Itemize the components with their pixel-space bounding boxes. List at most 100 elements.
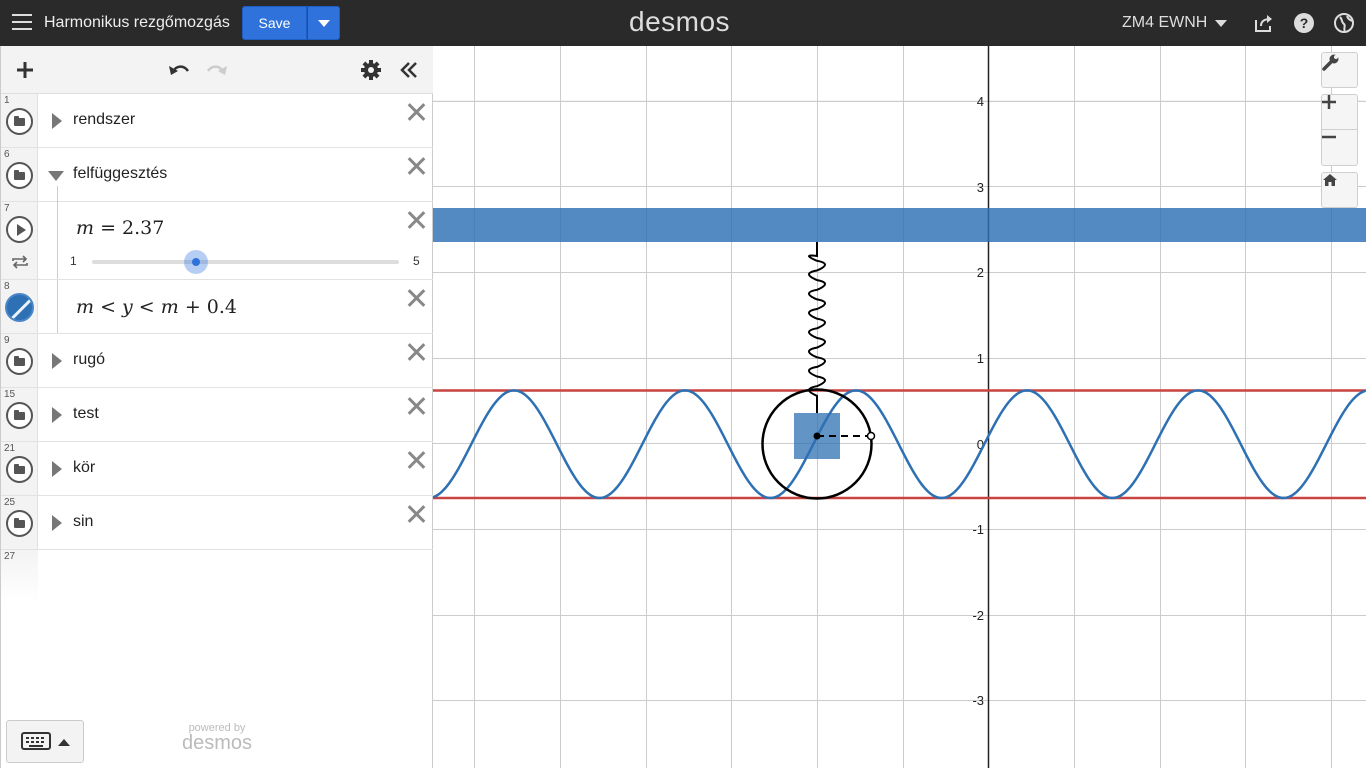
delete-icon[interactable] <box>405 287 427 309</box>
expression-folder-rugo[interactable]: 9 rugó <box>1 334 433 388</box>
slider-expression[interactable]: m = 2.37 <box>76 217 164 239</box>
hamburger-icon[interactable] <box>12 14 32 32</box>
home-icon[interactable] <box>1321 172 1358 208</box>
y-tick-label: -2 <box>972 608 984 623</box>
help-icon[interactable]: ? <box>1293 12 1315 34</box>
rotating-point[interactable] <box>866 431 876 441</box>
settings-icon[interactable] <box>359 58 383 82</box>
folder-icon[interactable] <box>6 108 33 135</box>
save-dropdown-button[interactable] <box>307 6 340 40</box>
expand-triangle-icon[interactable] <box>52 515 62 531</box>
math-var-m: m <box>76 296 95 318</box>
user-menu[interactable]: ZM4 EWNH <box>1122 14 1228 32</box>
folder-label[interactable]: rugó <box>73 351 105 369</box>
expression-folder-sin[interactable]: 25 sin <box>1 496 433 550</box>
center-point[interactable] <box>813 432 821 440</box>
folder-icon[interactable] <box>6 162 33 189</box>
user-name: ZM4 EWNH <box>1122 14 1208 31</box>
expression-number: 9 <box>4 335 10 346</box>
chevron-down-icon <box>317 19 330 27</box>
expression-number: 27 <box>4 551 16 562</box>
folder-label[interactable]: felfüggesztés <box>73 165 167 183</box>
play-icon[interactable] <box>6 216 33 243</box>
collapse-triangle-icon[interactable] <box>48 171 64 181</box>
expression-folder-test[interactable]: 15 test <box>1 388 433 442</box>
powered-by-desmos[interactable]: powered by desmos <box>177 722 257 753</box>
globe-icon[interactable] <box>1333 12 1355 34</box>
folder-indent-line <box>57 280 58 333</box>
keyboard-toggle-button[interactable] <box>6 720 84 763</box>
expression-folder-kor[interactable]: 21 kör <box>1 442 433 496</box>
y-tick-label: 1 <box>977 351 984 366</box>
share-icon[interactable] <box>1253 12 1275 34</box>
color-swatch-icon[interactable] <box>5 293 34 322</box>
slider-max[interactable]: 5 <box>413 254 420 268</box>
undo-icon[interactable] <box>167 58 191 82</box>
expression-toolbar <box>1 46 433 94</box>
slider-track[interactable] <box>92 260 399 264</box>
new-expression-row[interactable]: 27 <box>1 550 433 602</box>
slider-value: 2.37 <box>122 217 165 239</box>
y-tick-label: 4 <box>977 94 984 109</box>
expression-number: 25 <box>4 497 16 508</box>
delete-icon[interactable] <box>405 155 427 177</box>
folder-label[interactable]: kör <box>73 459 95 477</box>
y-tick-label: 2 <box>977 265 984 280</box>
expression-list: 1 rendszer 6 felfüggesztés 7 m = 2.37 1 … <box>1 94 433 602</box>
keyboard-icon <box>21 732 51 750</box>
graph-title[interactable]: Harmonikus rezgőmozgás <box>44 14 230 32</box>
expression-number: 15 <box>4 389 16 400</box>
delete-icon[interactable] <box>405 503 427 525</box>
svg-text:?: ? <box>1300 15 1309 31</box>
slider-min[interactable]: 1 <box>70 254 77 268</box>
expression-inequality[interactable]: 8 m < y < m + 0.4 <box>1 280 433 334</box>
math-var-m: m <box>160 296 179 318</box>
inequality-math[interactable]: m < y < m + 0.4 <box>76 296 237 318</box>
redo-icon[interactable] <box>205 58 229 82</box>
chevron-up-icon <box>58 739 70 746</box>
expression-folder-rendszer[interactable]: 1 rendszer <box>1 94 433 148</box>
graph-svg: 4 3 2 1 0 -1 -2 -3 <box>433 46 1366 768</box>
desmos-logo: desmos <box>629 6 731 37</box>
expression-number: 6 <box>4 149 10 160</box>
folder-icon[interactable] <box>6 456 33 483</box>
math-var-y: y <box>122 296 133 318</box>
loop-icon[interactable] <box>10 254 30 275</box>
chevron-down-icon <box>1215 19 1228 27</box>
delete-icon[interactable] <box>405 209 427 231</box>
suspension-band[interactable] <box>433 208 1366 242</box>
expand-triangle-icon[interactable] <box>52 407 62 423</box>
expression-number: 21 <box>4 443 16 454</box>
major-gridlines <box>433 46 1366 768</box>
zoom-out-icon[interactable] <box>1321 130 1358 166</box>
wrench-icon[interactable] <box>1321 52 1358 88</box>
expand-triangle-icon[interactable] <box>52 353 62 369</box>
delete-icon[interactable] <box>405 395 427 417</box>
top-bar: Harmonikus rezgőmozgás Save desmos ZM4 E… <box>0 0 1366 46</box>
add-icon[interactable] <box>13 58 37 82</box>
zoom-in-icon[interactable] <box>1321 94 1358 130</box>
folder-icon[interactable] <box>6 348 33 375</box>
expand-triangle-icon[interactable] <box>52 113 62 129</box>
folder-label[interactable]: sin <box>73 513 93 531</box>
delete-icon[interactable] <box>405 341 427 363</box>
expression-number: 7 <box>4 203 10 214</box>
math-op: < <box>94 296 123 318</box>
expression-slider-m[interactable]: 7 m = 2.37 1 5 <box>1 202 433 280</box>
collapse-icon[interactable] <box>397 58 421 82</box>
expression-number: 1 <box>4 95 10 106</box>
delete-icon[interactable] <box>405 449 427 471</box>
folder-label[interactable]: test <box>73 405 99 423</box>
folder-indent-line <box>57 202 58 279</box>
save-button[interactable]: Save <box>242 6 307 40</box>
graph-canvas[interactable]: 4 3 2 1 0 -1 -2 -3 <box>433 46 1366 768</box>
expression-folder-felfuggesztes[interactable]: 6 felfüggesztés <box>1 148 433 202</box>
expand-triangle-icon[interactable] <box>52 461 62 477</box>
slider-variable: m <box>76 217 95 239</box>
sine-curve[interactable] <box>433 389 1366 500</box>
folder-icon[interactable] <box>6 510 33 537</box>
save-group: Save <box>242 6 340 40</box>
delete-icon[interactable] <box>405 101 427 123</box>
folder-label[interactable]: rendszer <box>73 111 135 129</box>
folder-icon[interactable] <box>6 402 33 429</box>
